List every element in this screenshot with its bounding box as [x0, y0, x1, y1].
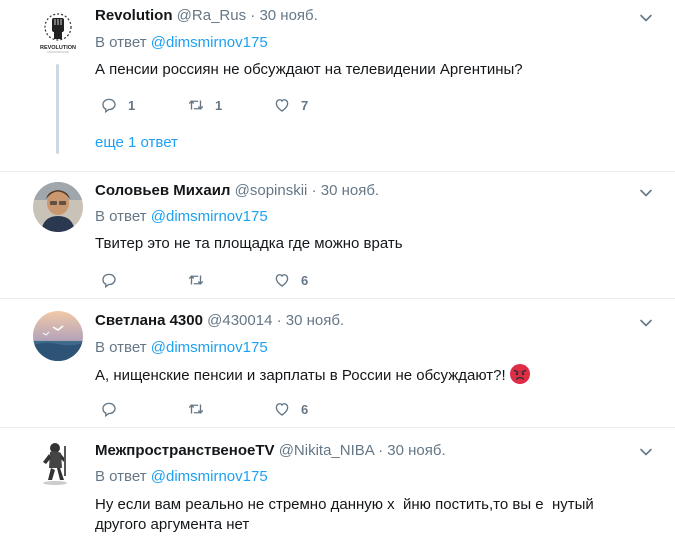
thread-line — [56, 64, 59, 154]
timestamp[interactable]: 30 нояб. — [259, 7, 317, 24]
angry-face-icon — [509, 364, 530, 384]
avatar-photo — [33, 311, 83, 361]
separator: · — [250, 7, 256, 24]
like-button[interactable]: 6 — [273, 399, 308, 419]
tweet[interactable]: Светлана 4300 @430014 · 30 нояб. В ответ… — [0, 299, 675, 428]
like-icon — [275, 403, 289, 416]
chevron-down-icon[interactable] — [639, 316, 653, 330]
logo-wordmark: REVOLUTION — [40, 45, 76, 51]
reply-prefix: В ответ — [95, 208, 147, 225]
like-icon — [275, 99, 289, 112]
reply-mention[interactable]: @dimsmirnov175 — [151, 34, 268, 51]
retweet-icon — [188, 275, 204, 285]
show-more-replies-link[interactable]: еще 1 ответ — [95, 134, 178, 151]
display-name[interactable]: Соловьев Михаил — [95, 182, 230, 199]
retweet-count: 1 — [215, 97, 223, 113]
retweet-button[interactable] — [187, 399, 215, 419]
reply-icon — [102, 402, 116, 418]
reply-prefix: В ответ — [95, 468, 147, 485]
chevron-down-icon[interactable] — [639, 445, 653, 459]
separator: · — [311, 182, 317, 199]
like-count: 7 — [301, 97, 309, 113]
tweet[interactable]: МежпространственоеTV @Nikita_NIBA · 30 н… — [0, 428, 675, 549]
retweet-button[interactable]: 1 — [187, 95, 222, 115]
avatar-photo — [33, 182, 83, 232]
tweet-header: МежпространственоеTV @Nikita_NIBA · 30 н… — [95, 442, 446, 459]
reply-prefix: В ответ — [95, 339, 147, 356]
tweet-text: А пенсии россиян не обсуждают на телевид… — [95, 61, 523, 78]
avatar[interactable] — [33, 311, 83, 361]
username[interactable]: @sopinskii — [235, 182, 308, 199]
like-button[interactable]: 6 — [273, 270, 308, 290]
tweet-text-container: А, нищенские пенсии и зарплаты в России … — [95, 364, 655, 386]
display-name[interactable]: Revolution — [95, 7, 173, 24]
display-name[interactable]: Светлана 4300 — [95, 312, 203, 329]
chevron-down-icon[interactable] — [639, 11, 653, 25]
tweet-text: А, нищенские пенсии и зарплаты в России … — [95, 367, 506, 384]
retweet-icon — [188, 100, 204, 110]
timestamp[interactable]: 30 нояб. — [321, 182, 379, 199]
separator: · — [276, 312, 282, 329]
reply-context: В ответ @dimsmirnov175 — [95, 468, 268, 485]
reply-button[interactable] — [100, 270, 128, 290]
reply-prefix: В ответ — [95, 34, 147, 51]
avatar[interactable]: REVOLUTION — [33, 8, 83, 58]
retweet-button[interactable] — [187, 270, 215, 290]
username[interactable]: @430014 — [207, 312, 272, 329]
avatar[interactable] — [33, 182, 83, 232]
timestamp[interactable]: 30 нояб. — [387, 442, 445, 459]
reply-icon — [102, 273, 116, 289]
tweet[interactable]: REVOLUTION Revolution @Ra_Rus · 30 нояб.… — [0, 0, 675, 172]
like-icon — [275, 274, 289, 287]
reply-context: В ответ @dimsmirnov175 — [95, 339, 268, 356]
reply-context: В ответ @dimsmirnov175 — [95, 34, 268, 51]
avatar[interactable] — [33, 438, 83, 488]
reply-mention[interactable]: @dimsmirnov175 — [151, 208, 268, 225]
like-button[interactable]: 7 — [273, 95, 308, 115]
display-name[interactable]: МежпространственоеTV — [95, 442, 275, 459]
retweet-icon — [188, 404, 204, 414]
revolution-fist-logo: REVOLUTION — [34, 9, 82, 57]
separator: · — [378, 442, 384, 459]
reply-count: 1 — [128, 97, 136, 113]
reply-mention[interactable]: @dimsmirnov175 — [151, 339, 268, 356]
chevron-down-icon[interactable] — [639, 186, 653, 200]
tweet[interactable]: Соловьев Михаил @sopinskii · 30 нояб. В … — [0, 172, 675, 299]
tweet-text: Твитер это не та площадка где можно врат… — [95, 235, 403, 252]
reply-button[interactable] — [100, 399, 128, 419]
timestamp[interactable]: 30 нояб. — [286, 312, 344, 329]
like-count: 6 — [301, 272, 309, 288]
reply-icon — [102, 98, 116, 114]
reply-button[interactable]: 1 — [100, 95, 135, 115]
username[interactable]: @Nikita_NIBA — [279, 442, 374, 459]
tweet-text: Ну если вам реально не стремно данную х … — [95, 495, 655, 535]
tweet-header: Соловьев Михаил @sopinskii · 30 нояб. — [95, 182, 379, 199]
tweet-header: Светлана 4300 @430014 · 30 нояб. — [95, 312, 344, 329]
tweet-header: Revolution @Ra_Rus · 30 нояб. — [95, 7, 318, 24]
username[interactable]: @Ra_Rus — [177, 7, 246, 24]
tweet-text-line: другого аргумента нет — [95, 516, 250, 533]
reply-mention[interactable]: @dimsmirnov175 — [151, 468, 268, 485]
reply-context: В ответ @dimsmirnov175 — [95, 208, 268, 225]
avatar-photo — [33, 438, 83, 488]
like-count: 6 — [301, 401, 309, 417]
tweet-text-line: Ну если вам реально не стремно данную х … — [95, 496, 594, 513]
